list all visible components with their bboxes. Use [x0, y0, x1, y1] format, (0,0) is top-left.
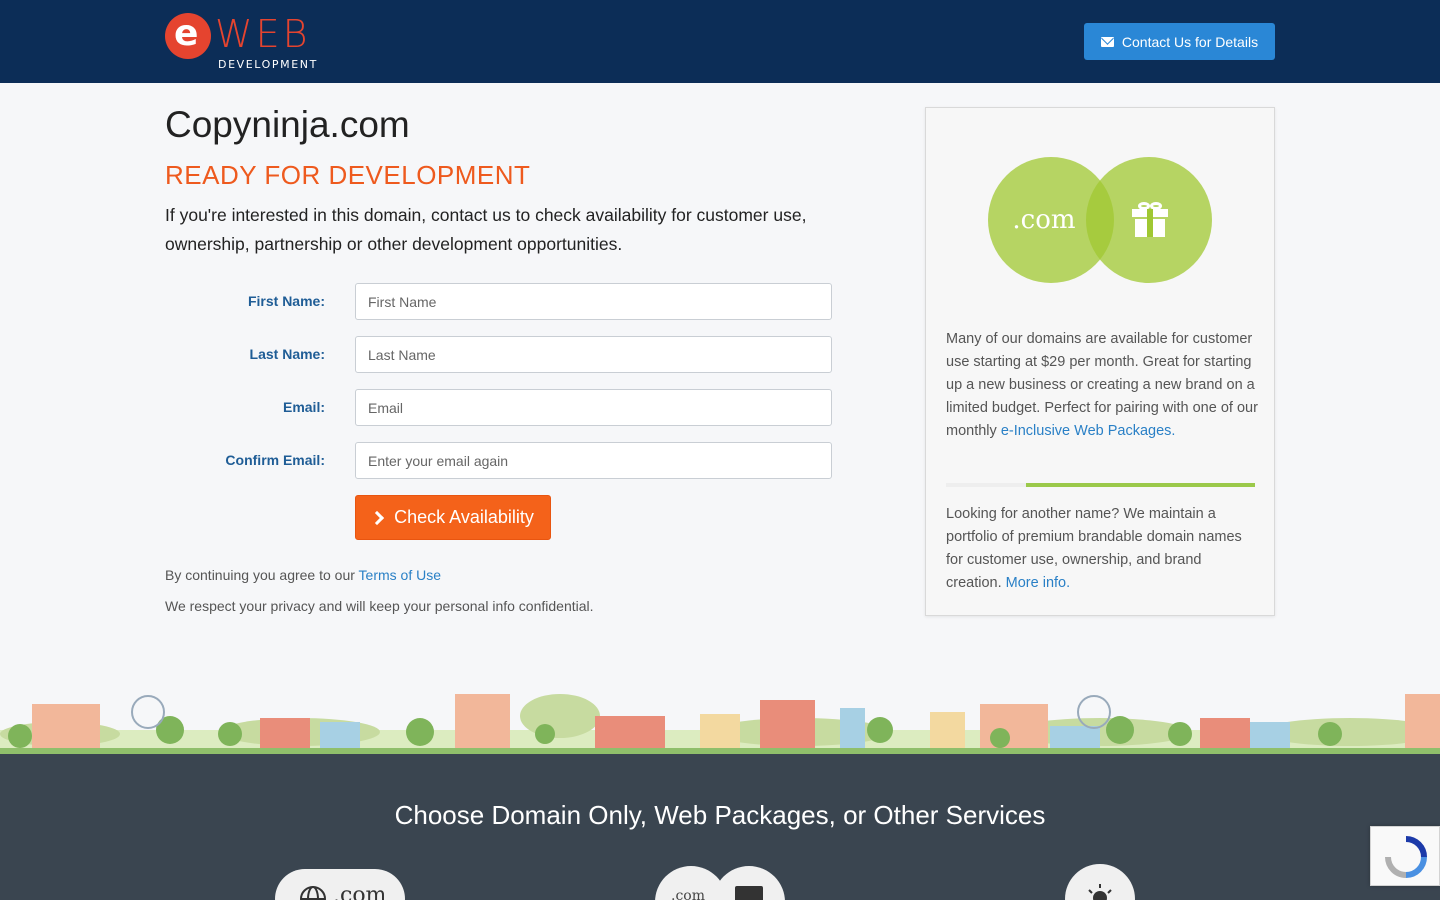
confirm-email-input[interactable] — [355, 442, 832, 479]
contact-us-button[interactable]: Contact Us for Details — [1084, 23, 1275, 60]
status-heading: READY FOR DEVELOPMENT — [165, 160, 531, 190]
contact-us-label: Contact Us for Details — [1121, 33, 1259, 50]
recaptcha-icon — [1385, 836, 1427, 878]
divider-accent — [1026, 483, 1255, 487]
confirm-email-label: Confirm Email: — [225, 452, 325, 468]
privacy-note: We respect your privacy and will keep yo… — [165, 598, 594, 614]
terms-note: By continuing you agree to our Terms of … — [165, 567, 441, 583]
logo-word: WEB — [215, 12, 311, 56]
domain-only-label: .com — [333, 883, 387, 900]
intro-text: If you're interested in this domain, con… — [165, 205, 807, 254]
portfolio-text: Looking for another name? We maintain a … — [946, 503, 1258, 595]
first-name-label: First Name: — [247, 293, 325, 309]
confirm-email-row: Confirm Email: — [165, 442, 832, 479]
email-row: Email: — [165, 389, 832, 426]
web-packages-link[interactable]: e-Inclusive Web Packages. — [1001, 423, 1176, 439]
email-label: Email: — [282, 399, 325, 415]
top-navbar: e WEB DEVELOPMENT Contact Us for Details — [0, 0, 1440, 83]
domain-only-option[interactable]: .com — [275, 869, 405, 900]
pricing-text: Many of our domains are available for cu… — [946, 328, 1258, 443]
more-info-link[interactable]: More info. — [1006, 575, 1070, 591]
logo-letter: e — [174, 13, 199, 54]
last-name-input[interactable] — [355, 336, 832, 373]
first-name-input[interactable] — [355, 283, 832, 320]
terms-prefix: By continuing you agree to our — [165, 567, 359, 583]
last-name-row: Last Name: — [165, 336, 832, 373]
recaptcha-badge[interactable] — [1370, 826, 1440, 886]
gift-icon — [1132, 202, 1168, 237]
contact-card-icon — [735, 886, 763, 900]
portfolio-text-body: Looking for another name? We maintain a … — [946, 506, 1242, 591]
info-sidebar: .com Many of our domains are available f… — [925, 107, 1275, 616]
check-availability-button[interactable]: Check Availability — [355, 495, 551, 540]
envelope-icon — [1100, 36, 1114, 47]
chevron-right-icon — [370, 510, 385, 525]
town-illustration — [0, 694, 1440, 754]
terms-of-use-link[interactable]: Terms of Use — [359, 567, 441, 583]
lightbulb-icon — [1088, 884, 1112, 900]
check-availability-label: Check Availability — [394, 507, 534, 527]
email-input[interactable] — [355, 389, 832, 426]
first-name-row: First Name: — [165, 283, 832, 320]
services-heading: Choose Domain Only, Web Packages, or Oth… — [394, 800, 1046, 830]
last-name-label: Last Name: — [249, 346, 325, 362]
eweb-logo[interactable]: e WEB DEVELOPMENT — [165, 12, 345, 72]
dotcom-label: .com — [1012, 205, 1076, 235]
domain-title: Copyninja.com — [165, 104, 410, 145]
divider-left — [946, 483, 1026, 487]
logo-subtitle: DEVELOPMENT — [218, 58, 318, 71]
web-package-label: .com — [671, 888, 705, 900]
globe-icon — [300, 886, 326, 900]
